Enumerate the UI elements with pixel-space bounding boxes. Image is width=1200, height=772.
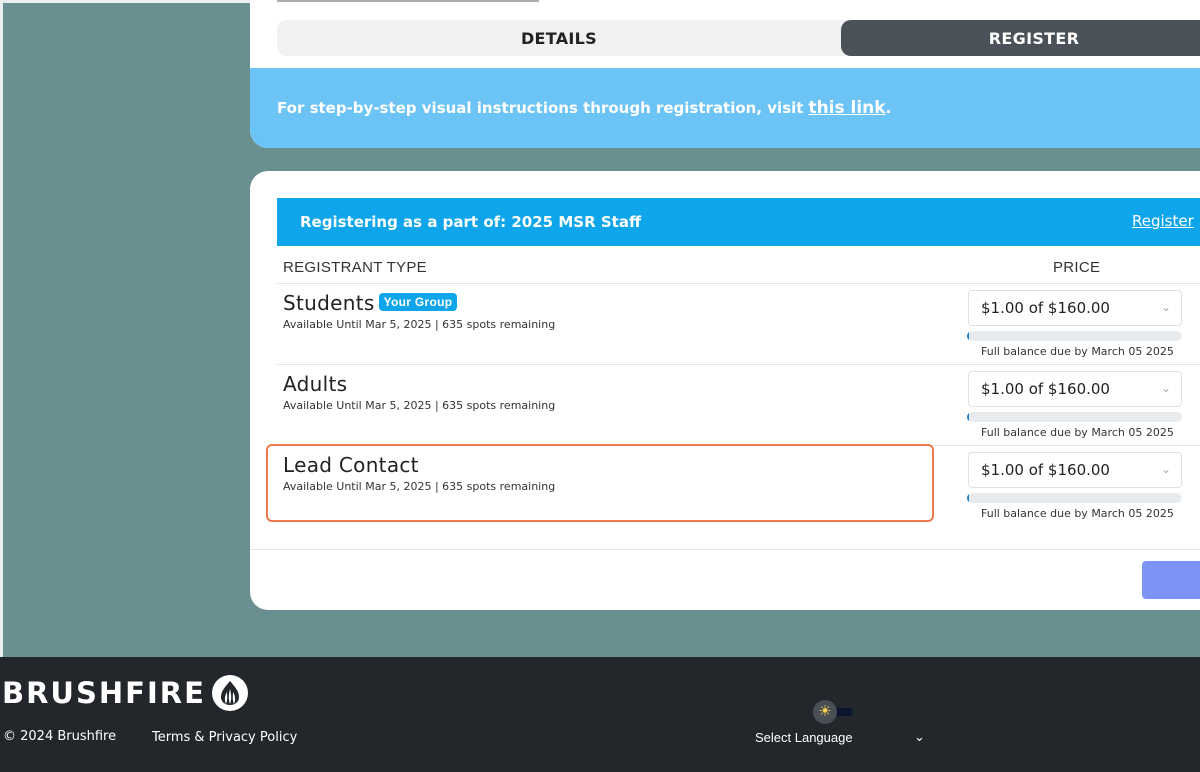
tab-register[interactable]: REGISTER	[841, 20, 1200, 56]
instruction-link[interactable]: this link	[808, 98, 885, 118]
payment-progress-bar	[967, 331, 1182, 341]
language-select[interactable]: Select Language	[755, 730, 853, 745]
flame-icon	[211, 675, 248, 711]
payment-progress-bar	[967, 412, 1182, 422]
sun-icon: ☀	[813, 700, 837, 724]
logo-text: BRUSHFIRE	[2, 676, 206, 710]
registrant-row-students[interactable]: Students Your Group Available Until Mar 5…	[277, 283, 1200, 364]
chevron-down-icon[interactable]: ⌄	[914, 729, 925, 745]
price-select[interactable]: $1.00 of $160.00 ⌄	[968, 290, 1182, 326]
instruction-banner: For step-by-step visual instructions thr…	[250, 68, 1200, 148]
registration-card: Registering as a part of: 2025 MSR Staff…	[250, 171, 1200, 610]
copyright-text: © 2024 Brushfire	[3, 729, 117, 744]
brushfire-logo[interactable]: BRUSHFIRE	[2, 675, 248, 711]
group-banner: Registering as a part of: 2025 MSR Staff…	[277, 198, 1200, 246]
register-link[interactable]: Register	[1132, 212, 1194, 230]
highlight-box	[266, 444, 934, 522]
availability-text: Available Until Mar 5, 2025 | 635 spots …	[283, 399, 556, 412]
balance-due-text: Full balance due by March 05 2025	[981, 507, 1174, 520]
registrant-row-adults[interactable]: Adults Available Until Mar 5, 2025 | 635…	[277, 364, 1200, 445]
balance-due-text: Full balance due by March 05 2025	[981, 426, 1174, 439]
progress-fill	[967, 412, 970, 422]
event-header-card: DETAILS REGISTER For step-by-step visual…	[250, 0, 1200, 148]
price-value: $1.00 of $160.00	[981, 461, 1110, 479]
clipped-event-link[interactable]	[277, 0, 539, 2]
column-header-type: REGISTRANT TYPE	[283, 259, 427, 276]
theme-toggle[interactable]: ☀	[813, 700, 853, 724]
availability-text: Available Until Mar 5, 2025 | 635 spots …	[283, 318, 556, 331]
chevron-down-icon: ⌄	[1160, 381, 1171, 395]
price-select[interactable]: $1.00 of $160.00 ⌄	[968, 452, 1182, 488]
registrant-name-text: Students	[283, 291, 375, 315]
price-select[interactable]: $1.00 of $160.00 ⌄	[968, 371, 1182, 407]
registrant-name: Students Your Group	[283, 291, 458, 315]
divider	[250, 549, 1200, 550]
chevron-down-icon: ⌄	[1160, 300, 1171, 314]
instruction-text: For step-by-step visual instructions thr…	[277, 99, 804, 117]
instruction-suffix: .	[885, 99, 892, 117]
tab-bar: DETAILS REGISTER	[277, 20, 1200, 56]
group-text: Registering as a part of: 2025 MSR Staff	[300, 213, 642, 231]
progress-fill	[967, 493, 970, 503]
terms-link[interactable]: Terms & Privacy Policy	[152, 730, 297, 745]
your-group-badge: Your Group	[378, 293, 458, 311]
tab-details[interactable]: DETAILS	[277, 20, 841, 56]
price-value: $1.00 of $160.00	[981, 380, 1110, 398]
chevron-down-icon: ⌄	[1160, 462, 1171, 476]
footer: BRUSHFIRE © 2024 Brushfire Terms & Priva…	[0, 657, 1200, 772]
progress-fill	[967, 331, 970, 341]
registrant-name: Adults	[283, 372, 348, 396]
price-value: $1.00 of $160.00	[981, 299, 1110, 317]
balance-due-text: Full balance due by March 05 2025	[981, 345, 1174, 358]
payment-progress-bar	[967, 493, 1182, 503]
continue-button[interactable]	[1142, 561, 1200, 599]
column-header-price: PRICE	[1053, 259, 1101, 276]
